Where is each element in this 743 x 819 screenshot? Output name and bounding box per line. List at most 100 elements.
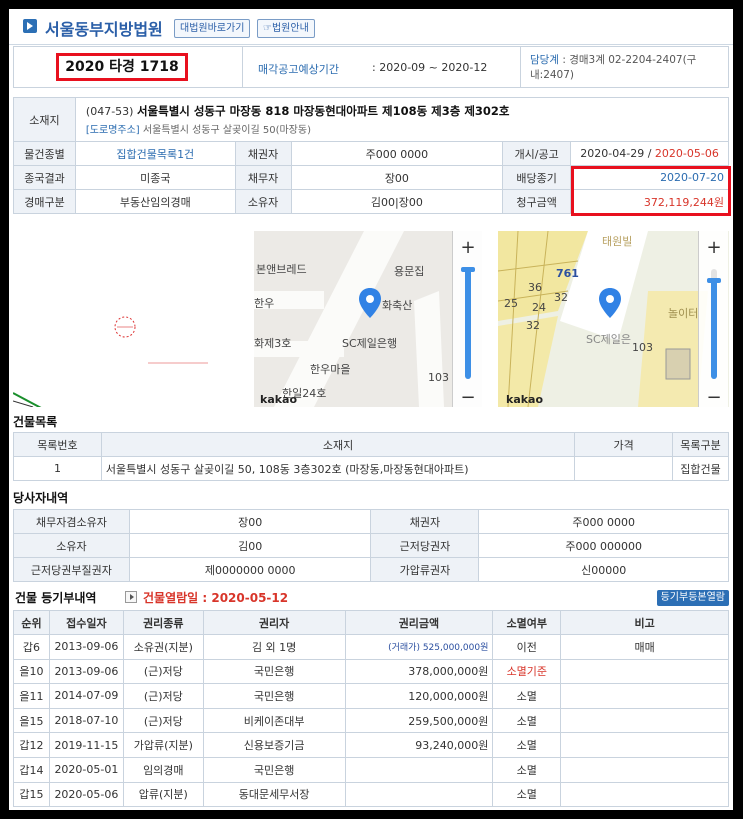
party-name: 주000 0000: [478, 509, 729, 534]
extinction-status: 이전: [492, 634, 562, 660]
right-holder: 김 외 1명: [202, 634, 346, 660]
right-amount: 120,000,000원: [344, 683, 494, 709]
col-header: 비고: [560, 610, 729, 635]
map-label: 한우: [254, 297, 275, 310]
notice-date: 2020-05-06: [654, 147, 719, 160]
right-amount: [344, 781, 494, 808]
remarks: [560, 707, 729, 734]
party-role: 가압류권자: [370, 557, 480, 582]
parties-title: 당사자내역: [13, 491, 69, 505]
col-header: 소재지: [100, 432, 576, 457]
zoom-in-icon[interactable]: +: [699, 237, 729, 258]
dividend-deadline-label: 배당종기: [502, 165, 572, 190]
owner-label: 소유자: [234, 189, 292, 214]
map-label: 36: [528, 281, 542, 294]
court-arrow-icon: [23, 19, 37, 33]
receipt-date: 2013-09-06: [48, 658, 124, 685]
zoom-in-icon[interactable]: +: [453, 237, 482, 258]
map-label: 태원빌: [602, 235, 633, 248]
registry-title: 건물 등기부내역: [15, 591, 97, 605]
claim-amount-label: 청구금액: [502, 189, 572, 214]
map-label: 24: [532, 301, 546, 314]
extinction-status: 소멸: [492, 683, 562, 709]
right-holder: 국민은행: [202, 683, 346, 709]
right-type: 임의경매: [122, 756, 204, 783]
zoom-out-icon[interactable]: −: [699, 387, 729, 407]
remarks: [560, 756, 729, 783]
right-type: (근)저당: [122, 658, 204, 685]
rank: 갑12: [13, 732, 50, 758]
right-holder: 동대문세무서장: [202, 781, 346, 808]
rank: 갑6: [13, 634, 50, 660]
extinction-status: 소멸: [492, 732, 562, 758]
list-number: 1: [13, 456, 102, 481]
remarks: 매매: [560, 634, 729, 660]
map-label: SC제일은: [586, 333, 632, 346]
kakao-map-street[interactable]: 본앤브레드 용문집 한우 화축산 SC제일은행 화제3호 한우마을 한일24호 …: [254, 231, 482, 407]
building-price: [574, 456, 674, 481]
zoom-knob[interactable]: [707, 278, 721, 283]
kakao-map-cadastral[interactable]: 태원빌 761 36 25 32 24 32 103 SC제일은 놀이터 kak…: [498, 231, 729, 407]
kakao-logo: kakao: [506, 393, 544, 406]
start-date: 2020-04-29: [580, 147, 645, 160]
table-row: 을15 2018-07-10 (근)저당 비케이존대부 259,500,000원 소멸: [13, 707, 729, 734]
col-header: 권리금액: [344, 610, 494, 635]
right-type: (근)저당: [122, 707, 204, 734]
court-name: 서울동부지방법원: [45, 20, 163, 39]
zoom-out-icon[interactable]: −: [453, 387, 482, 407]
zoom-knob[interactable]: [461, 267, 475, 272]
map-label: 25: [504, 297, 518, 310]
divider: [242, 47, 243, 87]
right-amount: [344, 756, 494, 783]
notice-period-value: : 2020-09 ~ 2020-12: [372, 61, 488, 74]
table-row: 채무자겸소유자 장00 채권자 주000 0000: [13, 509, 729, 534]
map-label: 32: [554, 291, 568, 304]
building-category: 집합건물: [672, 456, 729, 481]
table-row: 1 서울특별시 성동구 살곶이길 50, 108동 3층302호 (마장동,마장…: [13, 456, 729, 481]
map1-zoom-control[interactable]: + −: [452, 231, 482, 407]
site-sketch: [12, 231, 253, 410]
final-result-label: 종국결과: [13, 165, 76, 190]
party-role: 채권자: [370, 509, 480, 534]
extinction-status: 소멸: [492, 781, 562, 808]
case-number: 2020 타경 1718: [56, 53, 188, 81]
creditor-value: 주000 0000: [290, 141, 504, 166]
location-label: 소재지: [13, 97, 76, 142]
table-row: 근저당권부질권자 제0000000 0000 가압류권자 신00000: [13, 557, 729, 582]
receipt-date: 2013-09-06: [48, 634, 124, 660]
item-type-label: 물건종별: [13, 141, 76, 166]
location-pin-icon: [359, 288, 381, 318]
zoom-slider[interactable]: [707, 269, 721, 379]
party-name: 주000 000000: [478, 533, 729, 558]
table-row: 갑12 2019-11-15 가압류(지분) 신용보증기금 93,240,000원 소멸: [13, 732, 729, 758]
rank: 을10: [13, 658, 50, 685]
parties-table: 채무자겸소유자 장00 채권자 주000 0000 소유자 김00 근저당권자 …: [13, 509, 729, 582]
map-label: 32: [526, 319, 540, 332]
supreme-court-link-button[interactable]: 대법원바로가기: [174, 19, 251, 38]
map-label: 103: [428, 371, 449, 384]
rank: 갑15: [13, 781, 50, 808]
court-info-button[interactable]: ☞법원안내: [257, 19, 315, 38]
road-address: 서울특별시 성동구 살곶이길 50(마장동): [142, 125, 311, 136]
location-pin-icon: [599, 288, 621, 318]
col-header: 목록구분: [672, 432, 729, 457]
notice-period-label: 매각공고예상기간: [258, 63, 339, 76]
rank: 갑14: [13, 756, 50, 783]
map-label: 화제3호: [254, 337, 292, 350]
item-type-link[interactable]: 집합건물목록1건: [74, 141, 236, 166]
map-label: 103: [632, 341, 653, 354]
map-label: 본앤브레드: [256, 263, 307, 276]
map2-zoom-control[interactable]: + −: [698, 231, 728, 407]
arrow-right-icon[interactable]: [125, 591, 137, 603]
court-info-label: 법원안내: [271, 23, 309, 34]
receipt-date: 2019-11-15: [48, 732, 124, 758]
view-registry-button[interactable]: 등기부등본열람: [656, 590, 729, 606]
receipt-date: 2018-07-10: [48, 707, 124, 734]
zoom-slider[interactable]: [461, 267, 475, 379]
map-label: 용문집: [394, 265, 425, 278]
receipt-date: 2020-05-01: [48, 756, 124, 783]
court-header: 서울동부지방법원 대법원바로가기 ☞법원안내: [9, 9, 733, 45]
hand-pointer-icon: ☞: [263, 23, 272, 34]
party-role: 근저당권부질권자: [13, 557, 130, 582]
registry-table: 순위 접수일자 권리종류 권리자 권리금액 소멸여부 비고 갑6 2013-09-…: [13, 610, 729, 808]
